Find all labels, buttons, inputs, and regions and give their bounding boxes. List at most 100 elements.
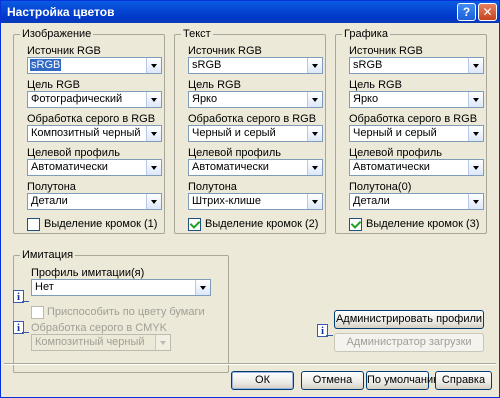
chevron-down-icon[interactable] <box>307 58 322 73</box>
group-simulation-legend: Имитация <box>20 249 76 261</box>
text-profile-label: Целевой профиль <box>188 147 282 159</box>
group-graphics: Графика Источник RGB sRGB Цель RGB Ярко … <box>335 28 487 234</box>
text-edge-label: Выделение кромок (2) <box>205 218 319 230</box>
info-icon[interactable]: i <box>13 290 29 303</box>
bottom-separator <box>4 363 496 365</box>
info-icon[interactable]: i <box>13 321 29 334</box>
close-title-button[interactable]: ✕ <box>478 3 497 21</box>
question-icon: ? <box>462 5 471 19</box>
text-profile-select[interactable]: Автоматически <box>188 159 323 176</box>
info-icon-glyph: i <box>320 325 325 337</box>
title-bar[interactable]: Настройка цветов ? ✕ <box>1 1 499 23</box>
close-icon: ✕ <box>482 5 493 19</box>
chevron-down-icon[interactable] <box>307 92 322 107</box>
text-halftone-label: Полутона <box>188 181 237 193</box>
chevron-down-icon[interactable] <box>146 58 161 73</box>
graphics-target-value: Ярко <box>353 93 379 105</box>
image-halftone-label: Полутона <box>27 181 76 193</box>
dialog-client-area: Изображение Источник RGB sRGB Цель RGB Ф… <box>4 23 496 395</box>
info-icon[interactable]: i <box>317 324 333 337</box>
paper-color-checkbox[interactable] <box>31 306 44 319</box>
group-text-legend: Текст <box>181 28 213 40</box>
image-edge-label: Выделение кромок (1) <box>44 218 158 230</box>
graphics-target-select[interactable]: Ярко <box>349 91 484 108</box>
ok-button[interactable]: ОК <box>231 371 294 390</box>
cmyk-gray-select[interactable]: Композитный черный <box>31 334 171 351</box>
help-button[interactable]: Справка <box>435 371 492 390</box>
group-graphics-legend: Графика <box>342 28 390 40</box>
graphics-source-select[interactable]: sRGB <box>349 57 484 74</box>
chevron-down-icon[interactable] <box>468 92 483 107</box>
text-target-value: Ярко <box>192 93 218 105</box>
image-profile-value: Автоматически <box>31 161 108 173</box>
chevron-down-icon[interactable] <box>146 160 161 175</box>
image-source-value: sRGB <box>30 59 62 71</box>
simulation-profile-value: Нет <box>35 281 54 293</box>
chevron-down-icon[interactable] <box>468 126 483 141</box>
defaults-button[interactable]: По умолчанию <box>366 371 441 390</box>
group-image-legend: Изображение <box>20 28 94 40</box>
image-profile-label: Целевой профиль <box>27 147 121 159</box>
load-admin-button[interactable]: Администратор загрузки <box>334 333 484 352</box>
chevron-down-icon[interactable] <box>468 194 483 209</box>
image-halftone-select[interactable]: Детали <box>27 193 162 210</box>
group-text: Текст Источник RGB sRGB Цель RGB Ярко Об… <box>174 28 326 234</box>
chevron-down-icon[interactable] <box>155 335 170 350</box>
graphics-edge-checkbox[interactable] <box>349 218 362 231</box>
image-gray-label: Обработка серого в RGB <box>27 113 156 125</box>
chevron-down-icon[interactable] <box>307 160 322 175</box>
image-target-value: Фотографический <box>31 93 123 105</box>
graphics-source-label: Источник RGB <box>349 45 423 57</box>
text-source-select[interactable]: sRGB <box>188 57 323 74</box>
cmyk-gray-label: Обработка серого в CMYK <box>31 322 168 334</box>
graphics-edge-label: Выделение кромок (3) <box>366 218 480 230</box>
cancel-button[interactable]: Отмена <box>301 371 364 390</box>
color-settings-dialog: Настройка цветов ? ✕ Изображение Источни… <box>0 0 500 398</box>
text-source-value: sRGB <box>192 59 222 71</box>
graphics-source-value: sRGB <box>353 59 383 71</box>
group-simulation: Имитация Профиль имитации(я) Нет i Присп… <box>13 249 229 373</box>
chevron-down-icon[interactable] <box>468 160 483 175</box>
graphics-target-label: Цель RGB <box>349 79 402 91</box>
text-target-label: Цель RGB <box>188 79 241 91</box>
chevron-down-icon[interactable] <box>146 126 161 141</box>
text-source-label: Источник RGB <box>188 45 262 57</box>
text-gray-select[interactable]: Черный и серый <box>188 125 323 142</box>
chevron-down-icon[interactable] <box>307 194 322 209</box>
info-icon-glyph: i <box>16 322 21 334</box>
chevron-down-icon[interactable] <box>468 58 483 73</box>
chevron-down-icon[interactable] <box>195 280 210 295</box>
text-gray-value: Черный и серый <box>192 127 276 139</box>
image-edge-checkbox[interactable] <box>27 218 40 231</box>
chevron-down-icon[interactable] <box>146 194 161 209</box>
help-title-button[interactable]: ? <box>457 3 476 21</box>
graphics-profile-label: Целевой профиль <box>349 147 443 159</box>
graphics-halftone-label: Полутона(0) <box>349 181 412 193</box>
image-gray-select[interactable]: Композитный черный <box>27 125 162 142</box>
graphics-profile-value: Автоматически <box>353 161 430 173</box>
text-halftone-select[interactable]: Штрих-клише <box>188 193 323 210</box>
chevron-down-icon[interactable] <box>307 126 322 141</box>
text-edge-checkbox[interactable] <box>188 218 201 231</box>
info-icon-glyph: i <box>16 291 21 303</box>
manage-profiles-button[interactable]: Администрировать профили <box>334 310 484 329</box>
graphics-gray-label: Обработка серого в RGB <box>349 113 478 125</box>
image-source-select[interactable]: sRGB <box>27 57 162 74</box>
simulation-profile-select[interactable]: Нет <box>31 279 211 296</box>
graphics-gray-select[interactable]: Черный и серый <box>349 125 484 142</box>
text-target-select[interactable]: Ярко <box>188 91 323 108</box>
image-source-label: Источник RGB <box>27 45 101 57</box>
graphics-halftone-select[interactable]: Детали <box>349 193 484 210</box>
text-gray-label: Обработка серого в RGB <box>188 113 317 125</box>
graphics-halftone-value: Детали <box>353 195 390 207</box>
image-target-select[interactable]: Фотографический <box>27 91 162 108</box>
chevron-down-icon[interactable] <box>146 92 161 107</box>
paper-color-label: Приспособить по цвету бумаги <box>47 306 205 318</box>
window-title: Настройка цветов <box>7 5 115 19</box>
simulation-profile-label: Профиль имитации(я) <box>31 267 145 279</box>
text-halftone-value: Штрих-клише <box>192 195 261 207</box>
image-profile-select[interactable]: Автоматически <box>27 159 162 176</box>
group-image: Изображение Источник RGB sRGB Цель RGB Ф… <box>13 28 165 234</box>
image-gray-value: Композитный черный <box>31 127 141 139</box>
graphics-profile-select[interactable]: Автоматически <box>349 159 484 176</box>
